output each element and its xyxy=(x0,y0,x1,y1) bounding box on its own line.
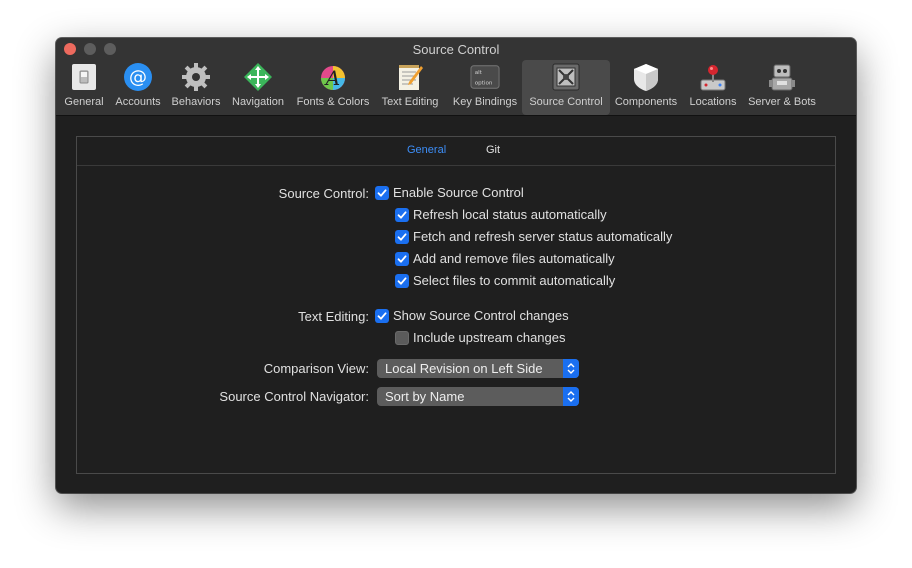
toolbar-label: Locations xyxy=(689,96,737,108)
toolbar-label: Accounts xyxy=(115,96,161,108)
up-down-chevron-icon xyxy=(567,363,575,374)
source-control-label: Source Control: xyxy=(278,186,369,201)
toolbar-label: Behaviors xyxy=(171,96,221,108)
gear-icon xyxy=(181,62,211,92)
popup-arrows xyxy=(563,387,579,406)
svg-text:option: option xyxy=(475,81,493,87)
title-bar: Source Control General @ Accounts Behavi… xyxy=(56,38,856,116)
toolbar-item-key-bindings[interactable]: alt option Key Bindings xyxy=(448,60,522,115)
toolbar-label: Text Editing xyxy=(381,96,439,108)
svg-text:alt: alt xyxy=(475,70,483,76)
tab-general[interactable]: General xyxy=(407,144,446,156)
at-sign-icon: @ xyxy=(123,62,153,92)
toolbar-label: Navigation xyxy=(232,96,284,108)
toolbar-label: General xyxy=(64,96,104,108)
window-title: Source Control xyxy=(412,42,500,57)
checkmark-icon xyxy=(377,189,387,197)
segmented-tabs: General Git xyxy=(77,137,835,166)
refresh-local-status-label[interactable]: Refresh local status automatically xyxy=(413,207,607,222)
up-down-chevron-icon xyxy=(567,391,575,402)
comparison-view-popup[interactable]: Local Revision on Left Side xyxy=(377,359,579,378)
refresh-local-status-checkbox[interactable] xyxy=(395,208,409,222)
svg-text:A: A xyxy=(324,66,340,90)
preferences-panel: General Git Source Control: Enable Sourc… xyxy=(76,136,836,474)
source-control-navigator-value: Sort by Name xyxy=(385,389,465,404)
source-control-navigator-popup[interactable]: Sort by Name xyxy=(377,387,579,406)
toolbar-item-fonts-colors[interactable]: A Fonts & Colors xyxy=(293,60,373,115)
notepad-pencil-icon xyxy=(395,62,425,92)
select-files-commit-label[interactable]: Select files to commit automatically xyxy=(413,273,615,288)
toolbar-item-behaviors[interactable]: Behaviors xyxy=(168,60,224,115)
toolbar-label: Server & Bots xyxy=(748,96,816,108)
show-source-control-changes-checkbox[interactable] xyxy=(375,309,389,323)
select-files-commit-checkbox[interactable] xyxy=(395,274,409,288)
preferences-toolbar: General @ Accounts Behaviors Navigation … xyxy=(56,60,856,115)
toolbar-label: Components xyxy=(614,96,678,108)
fetch-refresh-server-checkbox[interactable] xyxy=(395,230,409,244)
checkmark-icon xyxy=(397,255,407,263)
checkmark-icon xyxy=(397,211,407,219)
toolbar-item-source-control[interactable]: Source Control xyxy=(522,60,610,115)
joystick-icon xyxy=(698,62,728,92)
toolbar-label: Fonts & Colors xyxy=(296,96,370,108)
shield-box-icon xyxy=(631,62,661,92)
switch-icon xyxy=(69,62,99,92)
fetch-refresh-server-label[interactable]: Fetch and refresh server status automati… xyxy=(413,229,672,244)
toolbar-label: Source Control xyxy=(529,96,603,108)
comparison-view-label: Comparison View: xyxy=(263,361,369,376)
include-upstream-changes-label[interactable]: Include upstream changes xyxy=(413,330,565,345)
checkmark-icon xyxy=(397,277,407,285)
toolbar-item-text-editing[interactable]: Text Editing xyxy=(378,60,442,115)
robot-icon xyxy=(767,62,797,92)
include-upstream-changes-checkbox[interactable] xyxy=(395,331,409,345)
toolbar-item-accounts[interactable]: @ Accounts xyxy=(111,60,165,115)
option-key-icon: alt option xyxy=(470,62,500,92)
add-remove-files-checkbox[interactable] xyxy=(395,252,409,266)
comparison-view-value: Local Revision on Left Side xyxy=(385,361,543,376)
source-control-icon xyxy=(551,62,581,92)
enable-source-control-checkbox[interactable] xyxy=(375,186,389,200)
tab-git[interactable]: Git xyxy=(486,144,500,156)
checkmark-icon xyxy=(397,233,407,241)
font-color-icon: A xyxy=(318,62,348,92)
show-source-control-changes-label[interactable]: Show Source Control changes xyxy=(393,308,569,323)
toolbar-item-components[interactable]: Components xyxy=(612,60,680,115)
popup-arrows xyxy=(563,359,579,378)
source-control-navigator-label: Source Control Navigator: xyxy=(219,389,369,404)
toolbar-item-server-bots[interactable]: Server & Bots xyxy=(744,60,820,115)
toolbar-item-general[interactable]: General xyxy=(62,60,106,115)
toolbar-item-navigation[interactable]: Navigation xyxy=(228,60,288,115)
svg-text:@: @ xyxy=(129,67,147,88)
text-editing-label: Text Editing: xyxy=(298,309,369,324)
preferences-window: Source Control General @ Accounts Behavi… xyxy=(56,38,856,493)
add-remove-files-label[interactable]: Add and remove files automatically xyxy=(413,251,615,266)
checkmark-icon xyxy=(377,312,387,320)
toolbar-item-locations[interactable]: Locations xyxy=(685,60,741,115)
navigation-arrows-icon xyxy=(243,62,273,92)
toolbar-label: Key Bindings xyxy=(452,96,518,108)
enable-source-control-label[interactable]: Enable Source Control xyxy=(393,185,524,200)
